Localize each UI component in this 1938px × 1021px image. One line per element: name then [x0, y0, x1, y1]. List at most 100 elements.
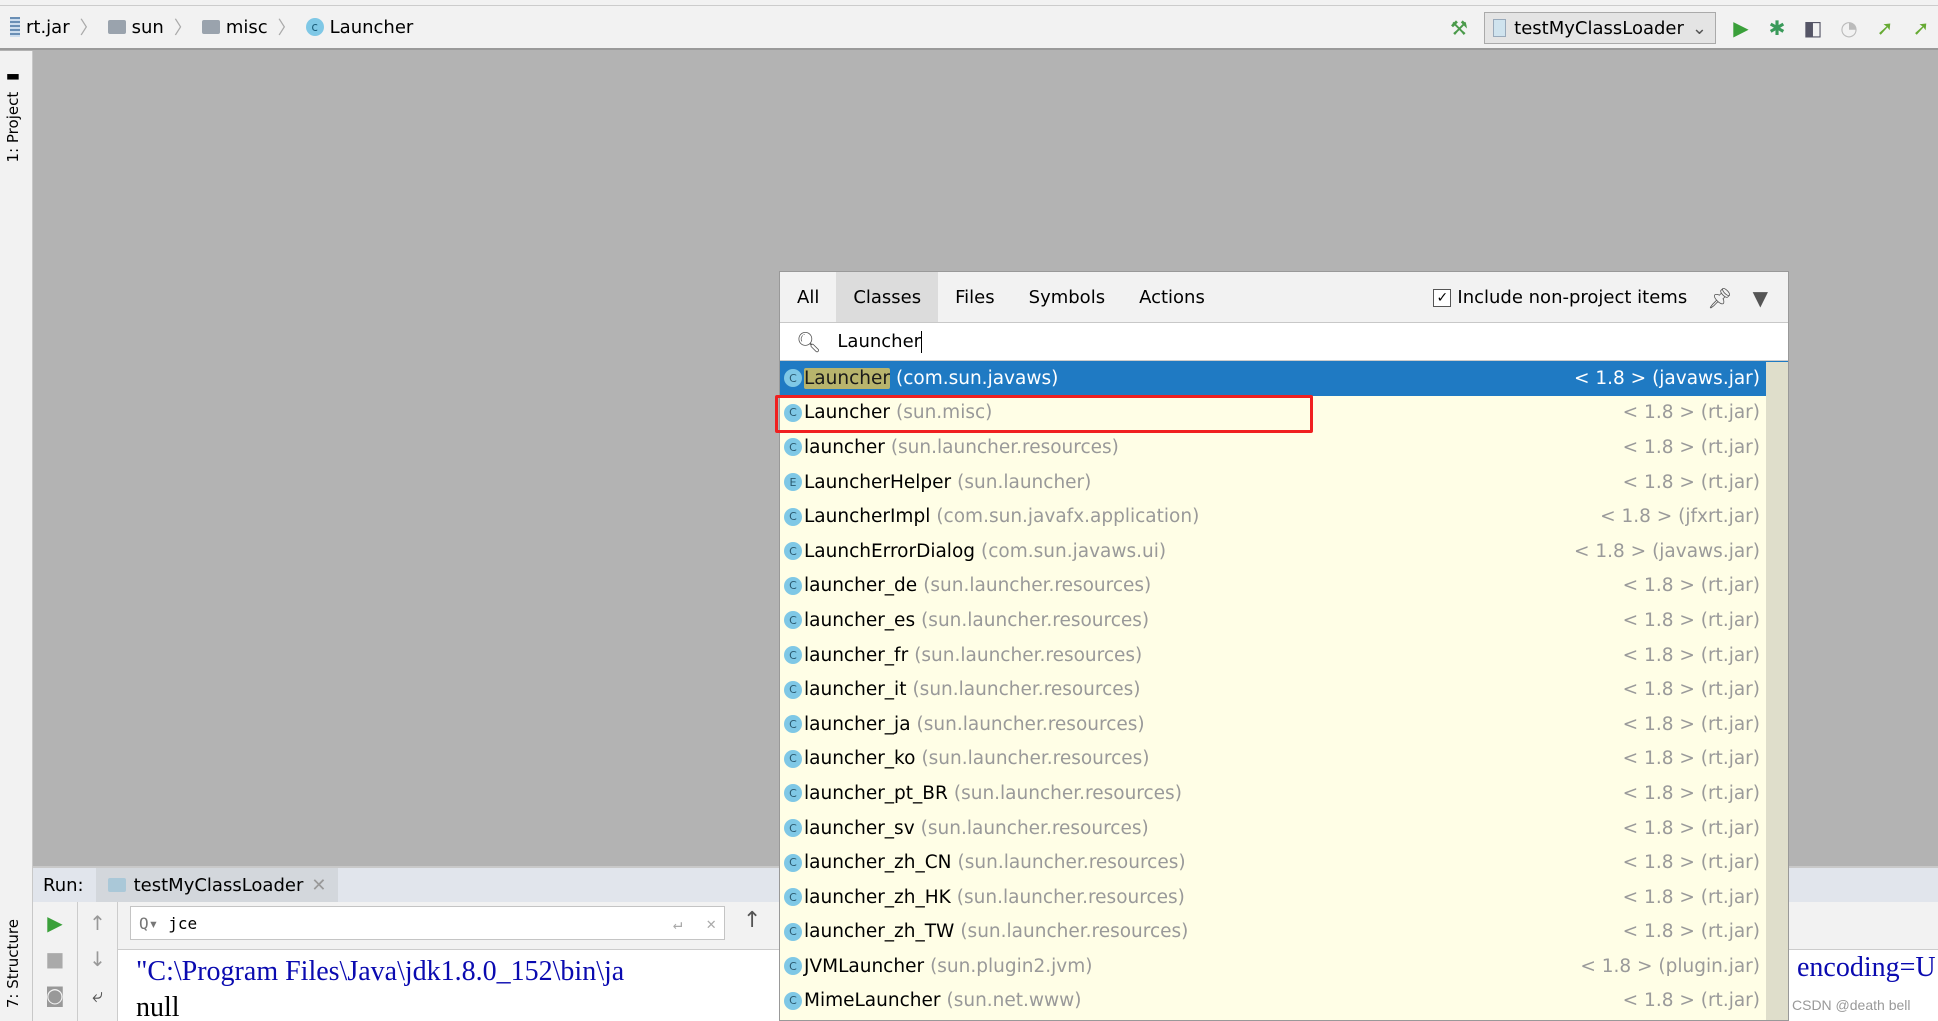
- profile-icon[interactable]: ◔: [1838, 16, 1860, 40]
- result-row[interactable]: Clauncher_es (sun.launcher.resources) < 1.…: [780, 603, 1788, 638]
- breadcrumb-separator: 〉: [79, 18, 98, 39]
- result-name: LauncherImpl: [804, 506, 931, 528]
- result-package: (sun.launcher): [957, 471, 1092, 493]
- class-icon: C: [784, 369, 802, 388]
- result-package: (sun.launcher.resources): [921, 609, 1150, 631]
- rerun-icon[interactable]: ▶: [40, 908, 70, 938]
- project-tool-tab[interactable]: 1: Project ▬: [4, 69, 22, 162]
- result-row[interactable]: Clauncher_ja (sun.launcher.resources) < 1.…: [780, 707, 1788, 742]
- result-package: (com.sun.javafx.application): [936, 506, 1200, 528]
- result-row[interactable]: C Launcher (com.sun.javaws) < 1.8 > (javaws…: [780, 361, 1788, 396]
- tab-actions[interactable]: Actions: [1122, 272, 1222, 322]
- stop-icon[interactable]: ■: [40, 944, 70, 974]
- breadcrumb-item[interactable]: sun: [132, 17, 164, 38]
- text-caret: [921, 330, 923, 353]
- result-location: < 1.8 > (plugin.jar): [1580, 955, 1760, 977]
- pin-icon[interactable]: 📌︎: [1707, 286, 1732, 310]
- tab-all[interactable]: All: [780, 272, 836, 322]
- breadcrumb-item[interactable]: rt.jar: [26, 17, 70, 38]
- result-location: < 1.8 > (rt.jar): [1622, 990, 1760, 1012]
- find-input[interactable]: Q▾ jce ↵ ✕: [130, 906, 725, 940]
- breadcrumb-item[interactable]: misc: [226, 17, 268, 38]
- result-package: (sun.launcher.resources): [916, 713, 1145, 735]
- result-package: (sun.net.www): [946, 990, 1082, 1012]
- result-row[interactable]: Clauncher_ko (sun.launcher.resources) < 1.…: [780, 742, 1788, 777]
- toolbar: ⚒ testMyClassLoader ⌄ ▶ ✱ ◧ ◔ ➚ ➚: [1448, 6, 1938, 50]
- popup-search-input[interactable]: 🔍︎ Launcher: [780, 323, 1788, 361]
- run-tab[interactable]: testMyClassLoader ✕: [95, 868, 339, 902]
- console-line-tail: encoding=U: [1797, 952, 1936, 983]
- build-hammer-icon[interactable]: ⚒: [1448, 16, 1470, 40]
- result-row[interactable]: E LauncherHelper (sun.launcher) < 1.8 > (rt…: [780, 465, 1788, 500]
- result-row[interactable]: Clauncher_fr (sun.launcher.resources) < 1.…: [780, 638, 1788, 673]
- result-row[interactable]: Clauncher_it (sun.launcher.resources) < 1.…: [780, 672, 1788, 707]
- result-row[interactable]: C LauncherImpl (com.sun.javafx.application…: [780, 499, 1788, 534]
- result-row[interactable]: Clauncher_zh_TW (sun.launcher.resources) <…: [780, 915, 1788, 950]
- run-icon[interactable]: ▶: [1730, 16, 1752, 40]
- result-row[interactable]: Clauncher_pt_BR (sun.launcher.resources) <…: [780, 776, 1788, 811]
- run-actions-column: ▶ ■ ◙: [33, 902, 78, 1021]
- result-row[interactable]: C LaunchErrorDialog (com.sun.javaws.ui) < 1…: [780, 534, 1788, 569]
- result-location: < 1.8 > (rt.jar): [1622, 886, 1760, 908]
- result-location: < 1.8 > (rt.jar): [1622, 679, 1760, 701]
- result-location: < 1.8 > (rt.jar): [1622, 713, 1760, 735]
- result-name: launcher_es: [804, 609, 916, 631]
- deploy-icon[interactable]: ➚: [1910, 16, 1932, 40]
- tab-symbols[interactable]: Symbols: [1012, 272, 1122, 322]
- result-name: MimeLauncher: [804, 990, 941, 1012]
- run-configuration-dropdown[interactable]: testMyClassLoader ⌄: [1484, 12, 1716, 44]
- arrow-up-icon[interactable]: ↑: [83, 908, 113, 938]
- filter-icon[interactable]: ▼: [1753, 286, 1768, 310]
- result-name: Launcher: [804, 367, 890, 389]
- result-package: (sun.launcher.resources): [953, 782, 1182, 804]
- close-icon[interactable]: ✕: [311, 875, 326, 896]
- result-package: (com.sun.javaws): [895, 367, 1059, 389]
- result-row[interactable]: Clauncher_zh_CN (sun.launcher.resources) <…: [780, 845, 1788, 880]
- result-name: launcher_de: [804, 575, 918, 597]
- clear-icon[interactable]: ✕: [706, 914, 716, 933]
- result-package: (sun.launcher.resources): [890, 436, 1119, 458]
- results-list: C Launcher (com.sun.javaws) < 1.8 > (javaws…: [780, 361, 1788, 1018]
- result-package: (sun.launcher.resources): [921, 748, 1150, 770]
- class-icon: C: [784, 819, 802, 838]
- breadcrumb-item[interactable]: Launcher: [330, 17, 414, 38]
- debug-bug-icon[interactable]: ✱: [1766, 16, 1788, 40]
- result-name: launcher_ko: [804, 748, 916, 770]
- result-package: (sun.launcher.resources): [923, 575, 1152, 597]
- result-name: JVMLauncher: [804, 955, 925, 977]
- structure-tool-tab[interactable]: 7: Structure: [4, 919, 22, 1008]
- result-row[interactable]: C JVMLauncher (sun.plugin2.jvm) < 1.8 > (pl…: [780, 949, 1788, 984]
- result-package: (sun.launcher.resources): [957, 852, 1186, 874]
- soft-wrap-icon[interactable]: ⤶: [83, 980, 113, 1010]
- update-icon[interactable]: ➚: [1874, 16, 1896, 40]
- result-location: < 1.8 > (rt.jar): [1622, 471, 1760, 493]
- result-name: launcher_zh_CN: [804, 852, 952, 874]
- tab-files[interactable]: Files: [938, 272, 1012, 322]
- chevron-down-icon: ⌄: [1691, 17, 1707, 39]
- enter-icon[interactable]: ↵: [673, 914, 683, 933]
- class-icon: C: [784, 784, 802, 803]
- result-name: launcher_fr: [804, 644, 909, 666]
- class-icon: C: [784, 749, 802, 768]
- result-name: LaunchErrorDialog: [804, 540, 976, 562]
- result-package: (sun.launcher.resources): [956, 886, 1185, 908]
- result-location: < 1.8 > (rt.jar): [1622, 575, 1760, 597]
- result-row[interactable]: C MimeLauncher (sun.net.www) < 1.8 > (rt.ja…: [780, 984, 1788, 1019]
- result-name: launcher_zh_HK: [804, 886, 951, 908]
- result-row[interactable]: Clauncher_de (sun.launcher.resources) < 1.…: [780, 569, 1788, 604]
- result-name: launcher_it: [804, 679, 907, 701]
- result-row[interactable]: Clauncher_sv (sun.launcher.resources) < 1.…: [780, 811, 1788, 846]
- checkbox-checked-icon[interactable]: ✓: [1433, 288, 1452, 307]
- previous-occurrence-icon[interactable]: ↑: [743, 908, 761, 933]
- class-icon: C: [784, 680, 802, 699]
- camera-icon[interactable]: ◙: [40, 980, 70, 1010]
- result-row[interactable]: Clauncher_zh_HK (sun.launcher.resources) <…: [780, 880, 1788, 915]
- scrollbar[interactable]: [1766, 362, 1788, 1020]
- arrow-down-icon[interactable]: ↓: [83, 944, 113, 974]
- tab-classes[interactable]: Classes: [836, 272, 939, 322]
- include-non-project-checkbox[interactable]: ✓ Include non-project items: [1433, 287, 1687, 308]
- result-location: < 1.8 > (rt.jar): [1622, 782, 1760, 804]
- coverage-icon[interactable]: ◧: [1802, 16, 1824, 40]
- result-row[interactable]: Clauncher (sun.launcher.resources) < 1.8 >…: [780, 430, 1788, 465]
- include-label: Include non-project items: [1457, 287, 1688, 308]
